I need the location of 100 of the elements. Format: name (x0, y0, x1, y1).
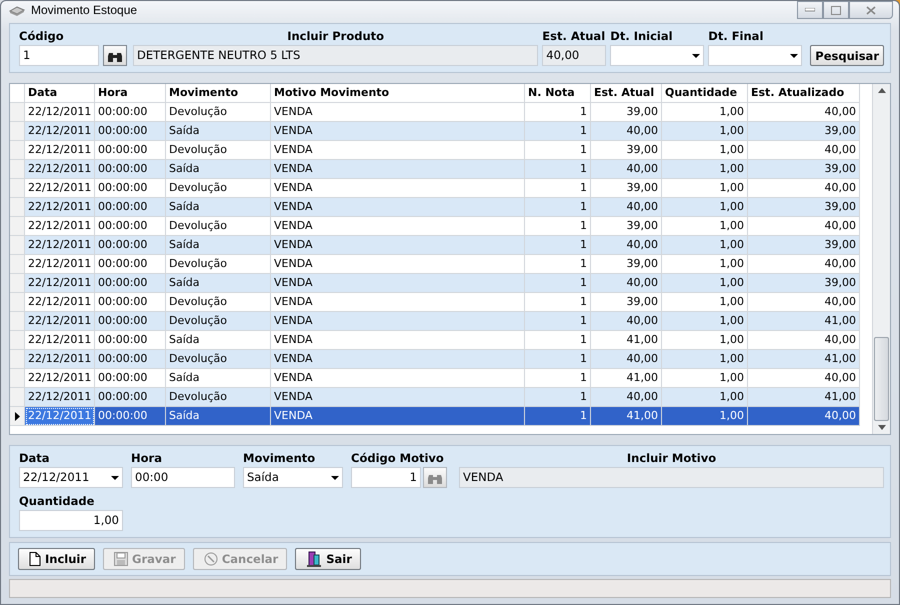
close-icon (866, 6, 876, 14)
row-indicator (10, 369, 25, 388)
table-row[interactable]: 22/12/2011 00:00:00 Devolução VENDA 1 40,00 1,00 41,00 (10, 312, 872, 331)
table-cell: 40,00 (748, 217, 860, 236)
table-cell: 1,00 (662, 331, 748, 350)
stock-field: 40,00 (542, 45, 606, 66)
table-cell: 00:00:00 (95, 198, 166, 217)
close-button[interactable] (849, 1, 893, 19)
table-cell: 00:00:00 (95, 274, 166, 293)
movement-dropdown[interactable]: Saída (243, 467, 343, 488)
table-cell: 00:00:00 (95, 217, 166, 236)
table-cell: VENDA (271, 122, 525, 141)
table-row[interactable]: 22/12/2011 00:00:00 Devolução VENDA 1 39,00 1,00 40,00 (10, 179, 872, 198)
table-cell: Devolução (166, 255, 271, 274)
table-cell: 41,00 (748, 312, 860, 331)
table-cell: Saída (166, 160, 271, 179)
maximize-button[interactable] (823, 1, 849, 19)
table-row[interactable]: 22/12/2011 00:00:00 Saída VENDA 1 40,00 1,00 39,00 (10, 160, 872, 179)
scroll-thumb[interactable] (874, 337, 889, 421)
table-row[interactable]: 22/12/2011 00:00:00 Devolução VENDA 1 40,00 1,00 41,00 (10, 350, 872, 369)
product-field: DETERGENTE NEUTRO 5 LTS (133, 45, 538, 66)
table-cell: Devolução (166, 312, 271, 331)
table-cell: 1 (525, 103, 591, 122)
table-cell: 22/12/2011 (25, 141, 95, 160)
table-cell: 22/12/2011 (25, 312, 95, 331)
table-cell: 00:00:00 (95, 388, 166, 407)
table-cell: 22/12/2011 (25, 293, 95, 312)
column-header[interactable]: Data (25, 84, 95, 103)
table-cell: 39,00 (591, 293, 662, 312)
table-cell: Devolução (166, 388, 271, 407)
table-cell: 22/12/2011 (25, 122, 95, 141)
action-button[interactable]: Sair (295, 548, 361, 570)
table-cell: 39,00 (748, 274, 860, 293)
table-cell: 00:00:00 (95, 160, 166, 179)
scroll-down-arrow-icon[interactable] (878, 425, 886, 430)
table-cell: 22/12/2011 (25, 160, 95, 179)
table-cell: 40,00 (591, 388, 662, 407)
table-cell: 22/12/2011 (25, 255, 95, 274)
table-row[interactable]: 22/12/2011 00:00:00 Saída VENDA 1 40,00 1,00 39,00 (10, 274, 872, 293)
input-field[interactable]: 1 (351, 467, 421, 488)
table-cell: 41,00 (591, 331, 662, 350)
row-indicator (10, 255, 25, 274)
column-header[interactable]: Motivo Movimento (271, 84, 525, 103)
table-cell: Saída (166, 274, 271, 293)
table-cell: 22/12/2011 (25, 179, 95, 198)
field-label: Dt. Final (708, 29, 764, 43)
table-cell: 1 (525, 217, 591, 236)
row-indicator (10, 160, 25, 179)
scroll-up-arrow-icon[interactable] (878, 88, 886, 93)
field-label: Quantidade (19, 494, 96, 508)
action-button[interactable]: Incluir (18, 548, 96, 570)
table-row[interactable]: 22/12/2011 00:00:00 Saída VENDA 1 40,00 1,00 39,00 (10, 236, 872, 255)
table-cell: 1,00 (662, 255, 748, 274)
table-row[interactable]: 22/12/2011 00:00:00 Saída VENDA 1 41,00 1,00 40,00 (10, 331, 872, 350)
column-header[interactable]: Est. Atual (591, 84, 662, 103)
table-cell: 1 (525, 350, 591, 369)
table-cell: 1,00 (662, 217, 748, 236)
table-cell: 1,00 (662, 388, 748, 407)
row-indicator (10, 388, 25, 407)
search-button[interactable]: Pesquisar (810, 45, 884, 66)
time-field[interactable]: 00:00 (131, 467, 235, 488)
table-cell: Devolução (166, 103, 271, 122)
column-header[interactable]: Movimento (166, 84, 271, 103)
table-row[interactable]: 22/12/2011 00:00:00 Devolução VENDA 1 40,00 1,00 41,00 (10, 388, 872, 407)
field-label: Hora (131, 451, 163, 465)
quantity-field[interactable]: 1,00 (19, 510, 123, 531)
table-cell: 22/12/2011 (25, 217, 95, 236)
table-row[interactable]: 22/12/2011 00:00:00 Saída VENDA 1 40,00 1,00 39,00 (10, 122, 872, 141)
table-row[interactable]: 22/12/2011 00:00:00 Saída VENDA 1 41,00 1,00 40,00 (10, 407, 872, 426)
table-row[interactable]: 22/12/2011 00:00:00 Devolução VENDA 1 39,00 1,00 40,00 (10, 217, 872, 236)
table-cell: VENDA (271, 293, 525, 312)
table-cell: 1 (525, 122, 591, 141)
table-row[interactable]: 22/12/2011 00:00:00 Devolução VENDA 1 39,00 1,00 40,00 (10, 255, 872, 274)
field-label: Dt. Inicial (610, 29, 674, 43)
table-cell: 39,00 (591, 255, 662, 274)
table-cell: 1 (525, 293, 591, 312)
column-header[interactable]: Hora (95, 84, 166, 103)
column-header[interactable]: Quantidade (662, 84, 748, 103)
search-button[interactable] (103, 45, 127, 66)
table-row[interactable]: 22/12/2011 00:00:00 Saída VENDA 1 41,00 1,00 40,00 (10, 369, 872, 388)
input-field[interactable]: 1 (19, 45, 99, 66)
table-cell: 40,00 (591, 160, 662, 179)
table-cell: Devolução (166, 217, 271, 236)
table-row[interactable]: 22/12/2011 00:00:00 Devolução VENDA 1 39,00 1,00 40,00 (10, 103, 872, 122)
table-cell: VENDA (271, 331, 525, 350)
table-row[interactable]: 22/12/2011 00:00:00 Saída VENDA 1 40,00 1,00 39,00 (10, 198, 872, 217)
date-dropdown[interactable]: 22/12/2011 (19, 467, 123, 488)
table-cell: 1,00 (662, 274, 748, 293)
table-cell: 39,00 (591, 217, 662, 236)
table-cell: 40,00 (748, 293, 860, 312)
scrollbar[interactable] (872, 84, 890, 434)
table-row[interactable]: 22/12/2011 00:00:00 Devolução VENDA 1 39,00 1,00 40,00 (10, 141, 872, 160)
table-row[interactable]: 22/12/2011 00:00:00 Devolução VENDA 1 39,00 1,00 40,00 (10, 293, 872, 312)
minimize-button[interactable] (797, 1, 823, 19)
column-header[interactable]: Est. Atualizado (748, 84, 860, 103)
table-cell: 1,00 (662, 369, 748, 388)
table-cell: 00:00:00 (95, 141, 166, 160)
reason-field: VENDA (459, 467, 884, 488)
column-header[interactable]: N. Nota (525, 84, 591, 103)
table-cell: 41,00 (748, 350, 860, 369)
